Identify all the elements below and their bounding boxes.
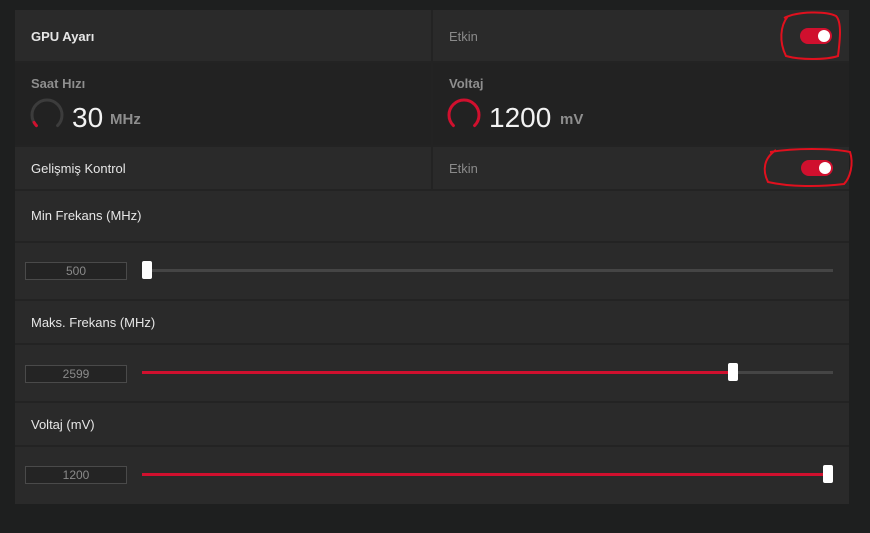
max-freq-slider-row: 2599 [15,345,849,401]
gpu-settings-row: GPU Ayarı Etkin [15,10,849,61]
voltage-header: Voltaj (mV) [15,403,849,445]
voltage-stat-cell: Voltaj 1200 mV [433,63,849,145]
toggle-knob [819,162,831,174]
voltage-slider-row: 1200 [15,447,849,504]
min-freq-value-box[interactable]: 500 [25,262,127,280]
voltage-value-box[interactable]: 1200 [25,466,127,484]
clock-gauge-icon [30,98,64,128]
max-freq-label: Maks. Frekans (MHz) [31,315,156,330]
clock-stat-value: 30 [72,102,104,133]
voltage-gauge-icon [447,98,481,128]
min-freq-slider-row: 500 [15,243,849,299]
min-freq-slider[interactable] [142,261,833,279]
advanced-control-row: Gelişmiş Kontrol Etkin [15,147,849,189]
max-freq-slider-thumb[interactable] [727,363,738,381]
clock-stat-unit: MHz [110,111,141,128]
max-freq-slider-fill [142,371,733,374]
voltage-stat-value: 1200 [489,102,552,133]
gpu-settings-label-cell: GPU Ayarı [15,10,431,61]
gpu-settings-status: Etkin [449,29,478,44]
toggle-knob [818,30,830,42]
gpu-settings-status-cell: Etkin [433,10,849,61]
voltage-stat-unit: mV [560,111,584,128]
advanced-control-label-cell: Gelişmiş Kontrol [15,147,431,189]
min-freq-label: Min Frekans (MHz) [31,208,142,223]
advanced-control-status: Etkin [449,161,478,176]
voltage-slider[interactable] [142,465,833,483]
advanced-control-toggle[interactable] [801,160,833,176]
voltage-stat-title: Voltaj [449,76,484,91]
advanced-control-title: Gelişmiş Kontrol [31,161,126,176]
clock-stat-cell: Saat Hızı 30 MHz [15,63,431,145]
voltage-slider-thumb[interactable] [823,465,833,483]
min-freq-slider-thumb[interactable] [142,261,152,279]
max-freq-header: Maks. Frekans (MHz) [15,301,849,343]
voltage-slider-label: Voltaj (mV) [31,417,95,432]
voltage-slider-fill [142,473,833,476]
gpu-settings-title: GPU Ayarı [31,29,95,44]
advanced-control-status-cell: Etkin [433,147,849,189]
max-freq-slider[interactable] [142,363,833,381]
max-freq-value-box[interactable]: 2599 [25,365,127,383]
gpu-settings-toggle[interactable] [800,28,832,44]
min-freq-header: Min Frekans (MHz) [15,191,849,241]
stats-row: Saat Hızı 30 MHz Voltaj 1200 mV [15,63,849,145]
clock-stat-title: Saat Hızı [31,76,86,91]
gpu-tuning-panel: GPU Ayarı Etkin Saat Hızı 30 MHz Voltaj … [15,10,849,504]
